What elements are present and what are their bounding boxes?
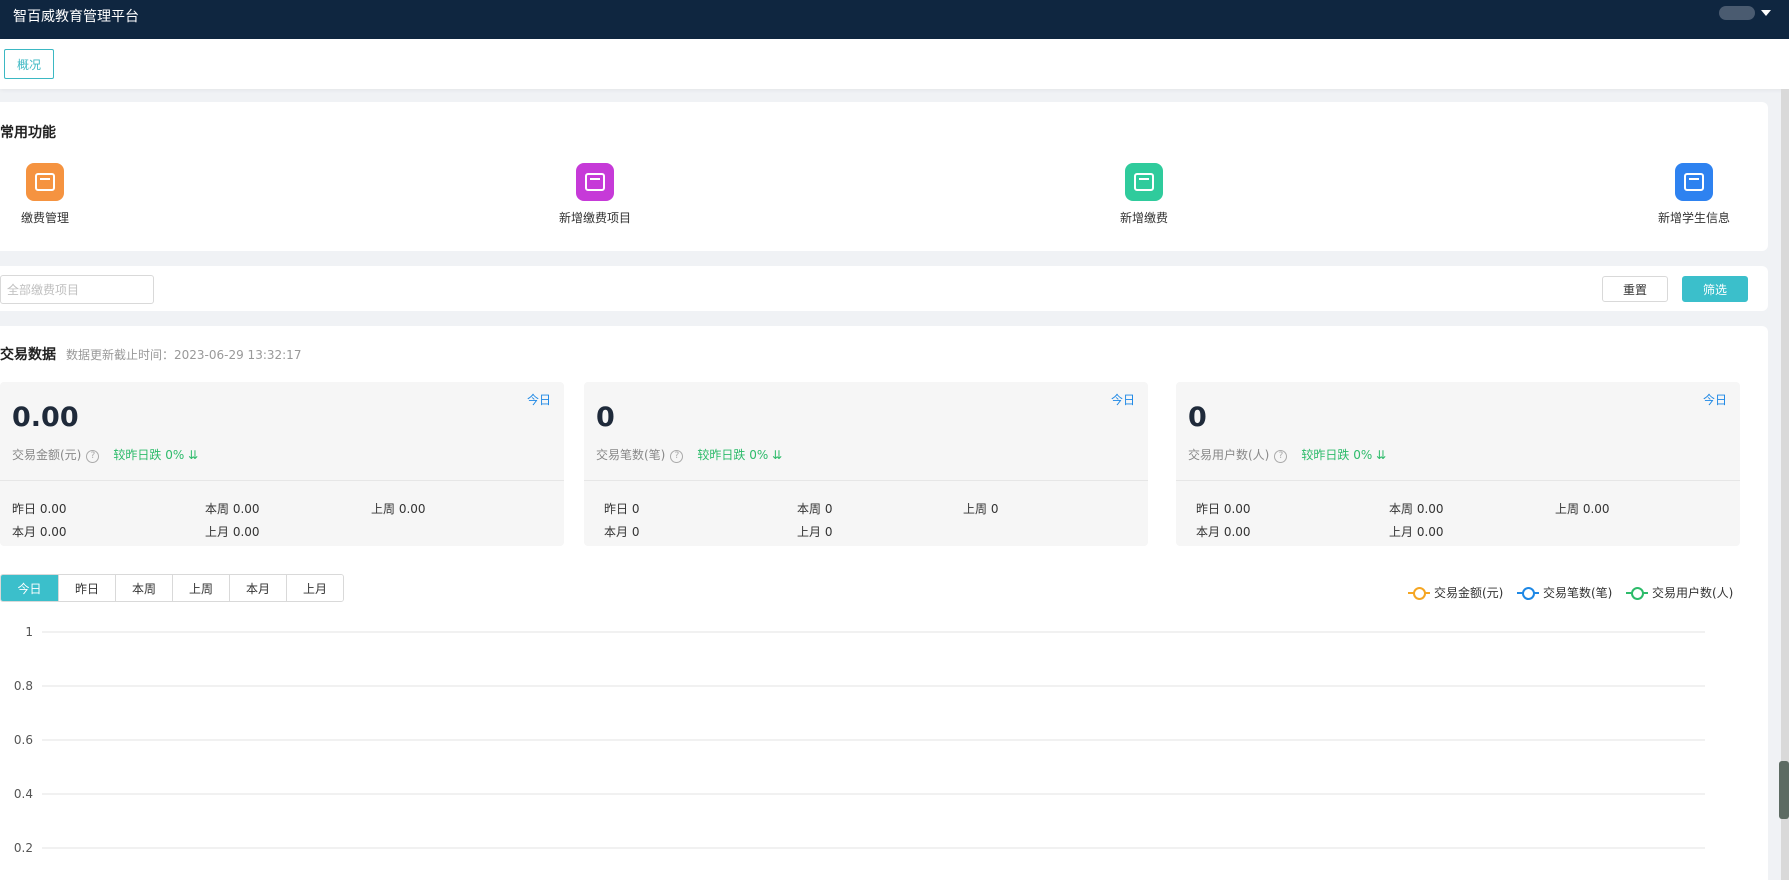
stat-value: 0.00 bbox=[12, 402, 79, 433]
help-icon[interactable]: ? bbox=[670, 450, 684, 463]
function-fee-management[interactable]: 缴费管理 bbox=[0, 163, 105, 226]
stat-metric: 交易用户数(人)? 较昨日跌 0% ⇊ bbox=[1188, 446, 1386, 463]
stat-yesterday: 昨日 0 bbox=[604, 502, 640, 516]
function-add-student[interactable]: 新增学生信息 bbox=[1634, 163, 1754, 226]
function-add-fee-item[interactable]: 新增缴费项目 bbox=[535, 163, 655, 226]
period-last-week[interactable]: 上周 bbox=[172, 575, 229, 601]
help-icon[interactable]: ? bbox=[86, 450, 100, 463]
stat-this-week: 本周 0.00 bbox=[1389, 502, 1444, 516]
legend-label: 交易金额(元) bbox=[1434, 586, 1504, 600]
stat-card-users: 今日 0 交易用户数(人)? 较昨日跌 0% ⇊ 昨日 0.00 本周 0.00 … bbox=[1176, 382, 1740, 546]
add-payment-icon bbox=[1125, 163, 1163, 201]
y-tick-label: 0.2 bbox=[14, 841, 33, 855]
stat-last-month: 上月 0.00 bbox=[1389, 525, 1444, 539]
legend-label: 交易用户数(人) bbox=[1652, 586, 1734, 600]
legend-marker-icon bbox=[1517, 586, 1539, 600]
today-link[interactable]: 今日 bbox=[1111, 391, 1135, 408]
stat-yesterday: 昨日 0.00 bbox=[1196, 502, 1251, 516]
tab-overview[interactable]: 概况 bbox=[4, 49, 54, 79]
legend-item-amount[interactable]: 交易金额(元) bbox=[1408, 584, 1503, 601]
today-link[interactable]: 今日 bbox=[527, 391, 551, 408]
stat-last-week: 上周 0 bbox=[963, 502, 999, 516]
add-fee-item-icon bbox=[576, 163, 614, 201]
today-link[interactable]: 今日 bbox=[1703, 391, 1727, 408]
fee-management-icon bbox=[26, 163, 64, 201]
function-add-payment[interactable]: 新增缴费 bbox=[1084, 163, 1204, 226]
y-tick-label: 0.6 bbox=[14, 733, 33, 747]
legend-marker-icon bbox=[1626, 586, 1648, 600]
top-bar: 智百威教育管理平台 bbox=[0, 0, 1789, 39]
stat-card-count: 今日 0 交易笔数(笔)? 较昨日跌 0% ⇊ 昨日 0 本周 0 上周 0 本月… bbox=[584, 382, 1148, 546]
metric-label: 交易用户数(人) bbox=[1188, 448, 1270, 462]
function-label: 新增学生信息 bbox=[1657, 211, 1730, 225]
stat-this-month: 本月 0 bbox=[604, 525, 640, 539]
filter-button[interactable]: 筛选 bbox=[1682, 276, 1748, 302]
period-this-week[interactable]: 本周 bbox=[115, 575, 172, 601]
stat-metric: 交易金额(元)? 较昨日跌 0% ⇊ bbox=[12, 446, 198, 463]
function-label: 新增缴费 bbox=[1119, 211, 1168, 225]
period-this-month[interactable]: 本月 bbox=[229, 575, 286, 601]
transaction-header: 交易数据 数据更新截止时间：2023-06-29 13:32:17 bbox=[0, 344, 301, 364]
trend-text: 较昨日跌 0% ⇊ bbox=[697, 448, 783, 462]
stat-last-week: 上周 0.00 bbox=[371, 502, 426, 516]
function-label: 新增缴费项目 bbox=[558, 211, 631, 225]
y-tick-label: 0.8 bbox=[14, 679, 33, 693]
update-time: 数据更新截止时间：2023-06-29 13:32:17 bbox=[66, 348, 302, 362]
help-icon[interactable]: ? bbox=[1274, 450, 1288, 463]
stat-last-week: 上周 0.00 bbox=[1555, 502, 1610, 516]
period-selector: 今日 昨日 本周 上周 本月 上月 bbox=[0, 574, 344, 602]
metric-label: 交易笔数(笔) bbox=[596, 448, 666, 462]
add-student-icon bbox=[1675, 163, 1713, 201]
y-tick-label: 0.4 bbox=[14, 787, 33, 801]
user-avatar[interactable] bbox=[1719, 6, 1755, 20]
chevron-down-icon[interactable] bbox=[1761, 10, 1771, 16]
stat-last-month: 上月 0 bbox=[797, 525, 833, 539]
legend-item-users[interactable]: 交易用户数(人) bbox=[1626, 584, 1733, 601]
divider bbox=[1176, 480, 1740, 481]
stat-this-month: 本月 0.00 bbox=[12, 525, 67, 539]
stat-this-week: 本周 0.00 bbox=[205, 502, 260, 516]
trend-text: 较昨日跌 0% ⇊ bbox=[113, 448, 199, 462]
reset-button[interactable]: 重置 bbox=[1602, 276, 1668, 302]
legend-label: 交易笔数(笔) bbox=[1543, 586, 1613, 600]
stat-last-month: 上月 0.00 bbox=[205, 525, 260, 539]
period-yesterday[interactable]: 昨日 bbox=[58, 575, 115, 601]
stat-this-week: 本周 0 bbox=[797, 502, 833, 516]
function-label: 缴费管理 bbox=[20, 211, 69, 225]
app-title: 智百威教育管理平台 bbox=[13, 9, 139, 25]
legend-item-count[interactable]: 交易笔数(笔) bbox=[1517, 584, 1612, 601]
common-functions-panel: 常用功能 缴费管理 新增缴费项目 新增缴费 新增学生信息 bbox=[0, 102, 1768, 251]
legend-marker-icon bbox=[1408, 586, 1430, 600]
fee-item-select[interactable] bbox=[0, 275, 154, 304]
divider bbox=[584, 480, 1148, 481]
stat-card-amount: 今日 0.00 交易金额(元)? 较昨日跌 0% ⇊ 昨日 0.00 本周 0.0… bbox=[0, 382, 564, 546]
filter-panel: 重置 筛选 bbox=[0, 266, 1768, 311]
stat-value: 0 bbox=[1188, 402, 1207, 433]
stat-value: 0 bbox=[596, 402, 615, 433]
metric-label: 交易金额(元) bbox=[12, 448, 82, 462]
stat-this-month: 本月 0.00 bbox=[1196, 525, 1251, 539]
tab-bar: 概况 bbox=[0, 39, 1789, 89]
divider bbox=[0, 480, 564, 481]
stat-metric: 交易笔数(笔)? 较昨日跌 0% ⇊ bbox=[596, 446, 782, 463]
scrollbar-thumb[interactable] bbox=[1779, 761, 1789, 819]
period-today[interactable]: 今日 bbox=[1, 575, 58, 601]
trend-text: 较昨日跌 0% ⇊ bbox=[1301, 448, 1387, 462]
section-title: 交易数据 bbox=[0, 347, 56, 363]
y-tick-label: 1 bbox=[25, 625, 33, 639]
period-last-month[interactable]: 上月 bbox=[286, 575, 343, 601]
stat-yesterday: 昨日 0.00 bbox=[12, 502, 67, 516]
section-title: 常用功能 bbox=[0, 125, 56, 141]
transaction-data-panel: 交易数据 数据更新截止时间：2023-06-29 13:32:17 今日 0.00… bbox=[0, 326, 1768, 880]
transaction-line-chart: 1 0.8 0.6 0.4 0.2 bbox=[14, 625, 1705, 855]
